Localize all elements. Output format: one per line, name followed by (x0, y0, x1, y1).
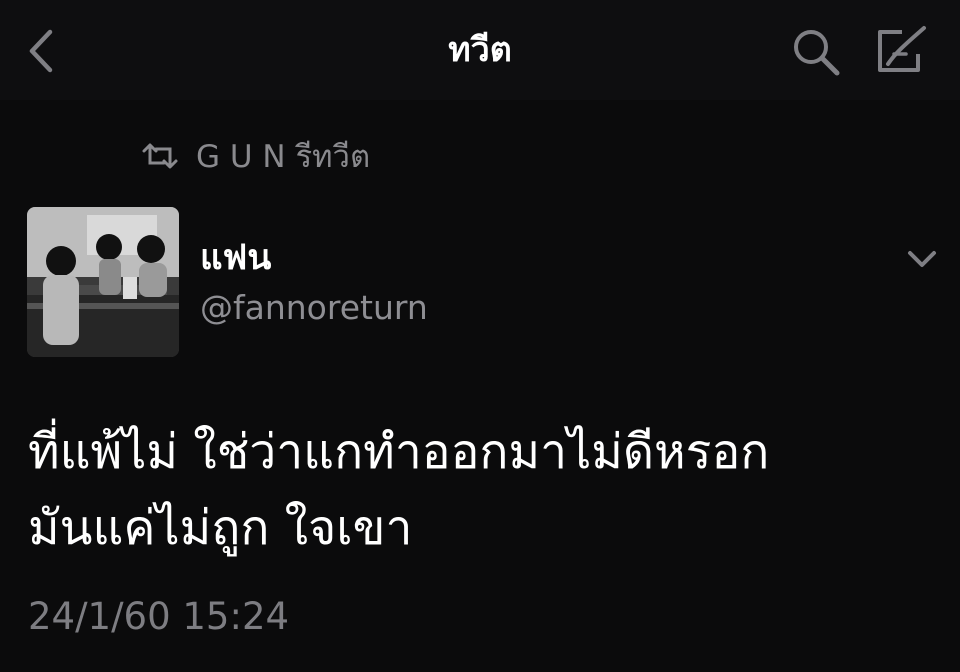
user-handle[interactable]: @fannoreturn (200, 286, 428, 330)
chevron-left-icon[interactable] (22, 26, 62, 76)
avatar[interactable] (27, 207, 179, 357)
tweet-timestamp: 24/1/60 15:24 (28, 595, 290, 638)
retweet-label: G U N รีทวีต (196, 139, 371, 175)
tweet-text-line: มันแค่ไม่ถูก ใจเขา (28, 500, 413, 556)
display-name[interactable]: แฟน (200, 236, 271, 280)
navigation-bar: ทวีต (0, 0, 960, 100)
search-icon[interactable] (790, 26, 842, 78)
retweeted-by-row[interactable]: G U N รีทวีต (140, 134, 370, 178)
retweet-icon (142, 143, 178, 169)
compose-icon[interactable] (872, 24, 930, 76)
chevron-down-icon[interactable] (904, 244, 940, 274)
avatar-photo (27, 207, 179, 357)
tweet-text: ที่แพ้ไม่ ใช่ว่าแกทำออกมาไม่ดีหรอก มันแค… (28, 414, 928, 566)
page-title: ทวีต (448, 30, 512, 70)
tweet-text-line: ที่แพ้ไม่ ใช่ว่าแกทำออกมาไม่ดีหรอก (28, 424, 770, 480)
tweet-detail-screen: ทวีต G U N รีทวีต แฟน @fannoreturn ที่แพ… (0, 0, 960, 672)
